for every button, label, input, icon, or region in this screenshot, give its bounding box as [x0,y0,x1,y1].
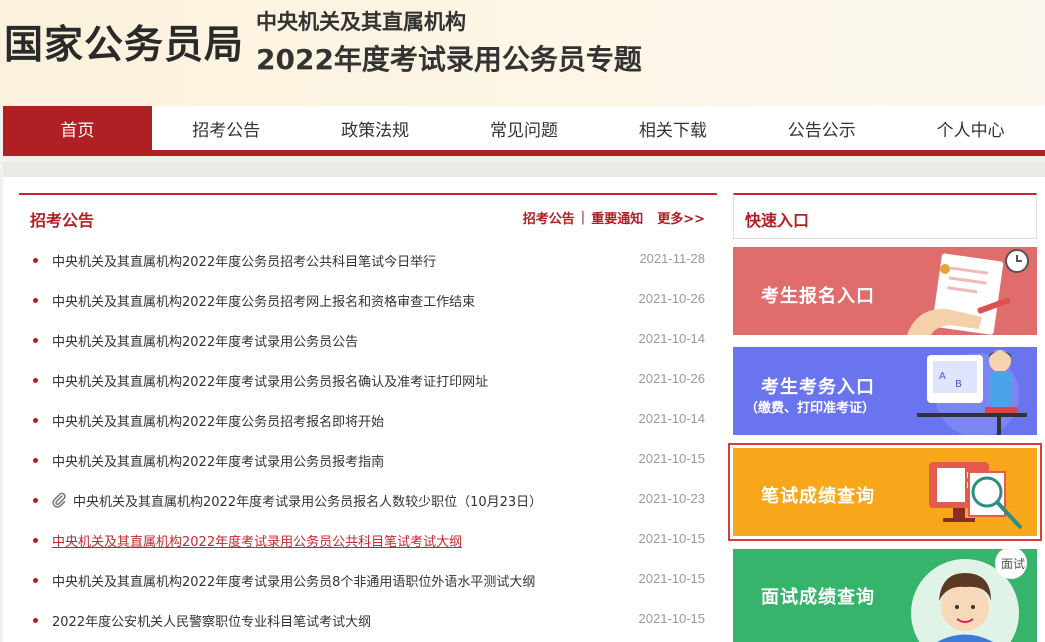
bullet-icon [33,458,38,463]
paperclip-icon [52,492,66,508]
interview-score-query-button[interactable]: 面试 面试成绩查询 [733,549,1037,642]
notice-date: 2021-10-26 [638,371,706,386]
list-item[interactable]: 中央机关及其直属机构2022年度考试录用公务员8个非通用语职位外语水平测试大纲 … [19,560,717,600]
notice-title[interactable]: 中央机关及其直属机构2022年度公务员招考报名即将开始 [52,411,384,430]
notice-date: 2021-11-28 [639,251,705,266]
notice-title[interactable]: 2022年度公安机关人民警察职位专业科目笔试考试大纲 [52,611,371,630]
notice-title[interactable]: 中央机关及其直属机构2022年度考试录用公务员报考指南 [52,451,384,470]
bullet-icon [33,298,38,303]
bullet-icon [33,498,38,503]
person-at-computer-icon: A B [917,350,1027,435]
nav-item-policy[interactable]: 政策法规 [301,106,450,156]
notice-link-recruitment[interactable]: 招考公告 [523,208,575,227]
list-item[interactable]: 2022年度公安机关人民警察职位专业科目笔试考试大纲 2021-10-15 [19,600,717,640]
exam-affairs-entry-label: 考生考务入口 [761,377,875,398]
bullet-icon [33,258,38,263]
main-content: 招考公告 招考公告 | 重要通知 更多>> 中央机关及其直属机构2022年度公务… [3,177,1045,642]
list-item[interactable]: 中央机关及其直属机构2022年度公务员招考报名即将开始 2021-10-14 [19,400,717,440]
bullet-icon [33,618,38,623]
bullet-icon [33,338,38,343]
notice-date: 2021-10-15 [638,451,706,466]
notice-date: 2021-10-15 [638,571,706,586]
bullet-icon [33,378,38,383]
nav-item-home[interactable]: 首页 [3,106,152,156]
notice-panel: 招考公告 招考公告 | 重要通知 更多>> 中央机关及其直属机构2022年度公务… [19,193,717,642]
interview-score-query-label: 面试成绩查询 [761,587,875,608]
quick-entry-title: 快速入口 [745,211,810,230]
notice-date: 2021-10-15 [638,611,706,626]
score-report-magnifier-icon [929,462,1023,530]
site-subtitle-org: 中央机关及其直属机构 [256,10,466,34]
notice-title[interactable]: 中央机关及其直属机构2022年度考试录用公务员公告 [52,331,358,350]
site-logo[interactable]: 国家公务员局 [4,14,244,70]
site-subtitle-topic: 2022年度考试录用公务员专题 [256,43,642,76]
notice-title[interactable]: 中央机关及其直属机构2022年度考试录用公务员公共科目笔试考试大纲 [52,531,462,550]
list-item[interactable]: 中央机关及其直属机构2022年度考试录用公务员公告 2021-10-14 [19,320,717,360]
svg-text:A: A [939,371,946,382]
nav-item-announcements[interactable]: 公告公示 [747,106,896,156]
interview-bubble-text: 面试 [1001,556,1025,571]
notice-date: 2021-10-26 [638,291,706,306]
svg-text:B: B [955,379,962,390]
notice-title[interactable]: 中央机关及其直属机构2022年度考试录用公务员报名人数较少职位（10月23日） [73,491,542,510]
notice-list: 中央机关及其直属机构2022年度公务员招考公共科目笔试今日举行 2021-11-… [19,240,717,640]
site-header: 国家公务员局 中央机关及其直属机构 2022年度考试录用公务员专题 [0,0,1045,106]
quick-entry-panel: 快速入口 考生报名入口 A B 考生考务入口 （缴费、打印准考证） 笔试成绩查询… [728,193,1042,642]
exam-affairs-entry-button[interactable]: A B 考生考务入口 （缴费、打印准考证） [733,347,1037,435]
notice-date: 2021-10-15 [638,531,706,546]
list-item[interactable]: 中央机关及其直属机构2022年度考试录用公务员报考指南 2021-10-15 [19,440,717,480]
list-item[interactable]: 中央机关及其直属机构2022年度考试录用公务员公共科目笔试考试大纲 2021-1… [19,520,717,560]
bullet-icon [33,538,38,543]
bullet-icon [33,418,38,423]
list-item[interactable]: 中央机关及其直属机构2022年度考试录用公务员报名人数较少职位（10月23日） … [19,480,717,520]
notice-title[interactable]: 中央机关及其直属机构2022年度考试录用公务员8个非通用语职位外语水平测试大纲 [52,571,535,590]
registration-entry-button[interactable]: 考生报名入口 [733,247,1037,335]
notice-more-link[interactable]: 更多>> [657,208,705,227]
quick-entry-header: 快速入口 [733,193,1037,239]
notice-date: 2021-10-23 [638,491,706,506]
notice-link-separator: | [580,210,586,225]
notice-title[interactable]: 中央机关及其直属机构2022年度公务员招考网上报名和资格审查工作结束 [52,291,475,310]
notice-date: 2021-10-14 [638,331,706,346]
list-item[interactable]: 中央机关及其直属机构2022年度公务员招考公共科目笔试今日举行 2021-11-… [19,240,717,280]
registration-entry-label: 考生报名入口 [761,286,875,307]
nav-item-recruitment[interactable]: 招考公告 [152,106,301,156]
bullet-icon [33,578,38,583]
notice-panel-title: 招考公告 [30,211,95,230]
nav-item-downloads[interactable]: 相关下载 [598,106,747,156]
exam-affairs-entry-sublabel: （缴费、打印准考证） [745,401,876,416]
nav-shadow [3,162,1045,177]
notice-title[interactable]: 中央机关及其直属机构2022年度公务员招考公共科目笔试今日举行 [52,251,436,270]
notice-link-important[interactable]: 重要通知 [591,208,643,227]
document-signing-icon [907,249,1029,335]
list-item[interactable]: 中央机关及其直属机构2022年度考试录用公务员报名确认及准考证打印网址 2021… [19,360,717,400]
nav-item-faq[interactable]: 常见问题 [450,106,599,156]
written-score-query-button[interactable]: 笔试成绩查询 [728,443,1042,541]
notice-title[interactable]: 中央机关及其直属机构2022年度考试录用公务员报名确认及准考证打印网址 [52,371,488,390]
nav-item-personal[interactable]: 个人中心 [896,106,1045,156]
notice-date: 2021-10-14 [638,411,706,426]
list-item[interactable]: 中央机关及其直属机构2022年度公务员招考网上报名和资格审查工作结束 2021-… [19,280,717,320]
interviewee-avatar-icon: 面试 [911,549,1027,642]
main-nav: 首页 招考公告 政策法规 常见问题 相关下载 公告公示 个人中心 [3,106,1045,156]
written-score-query-label: 笔试成绩查询 [761,486,875,507]
notice-panel-links: 招考公告 | 重要通知 更多>> [523,208,705,227]
